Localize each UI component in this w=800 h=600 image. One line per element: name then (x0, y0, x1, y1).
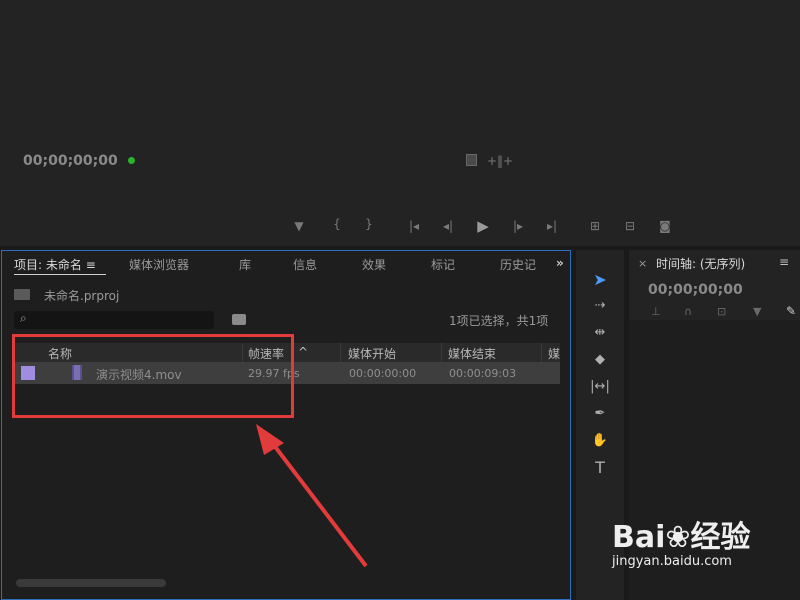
paw-logo-icon: ❀ (665, 520, 691, 555)
annotation-arrow (256, 424, 368, 568)
baidu-watermark: Bai❀经验 jingyan.baidu.com (612, 520, 751, 569)
